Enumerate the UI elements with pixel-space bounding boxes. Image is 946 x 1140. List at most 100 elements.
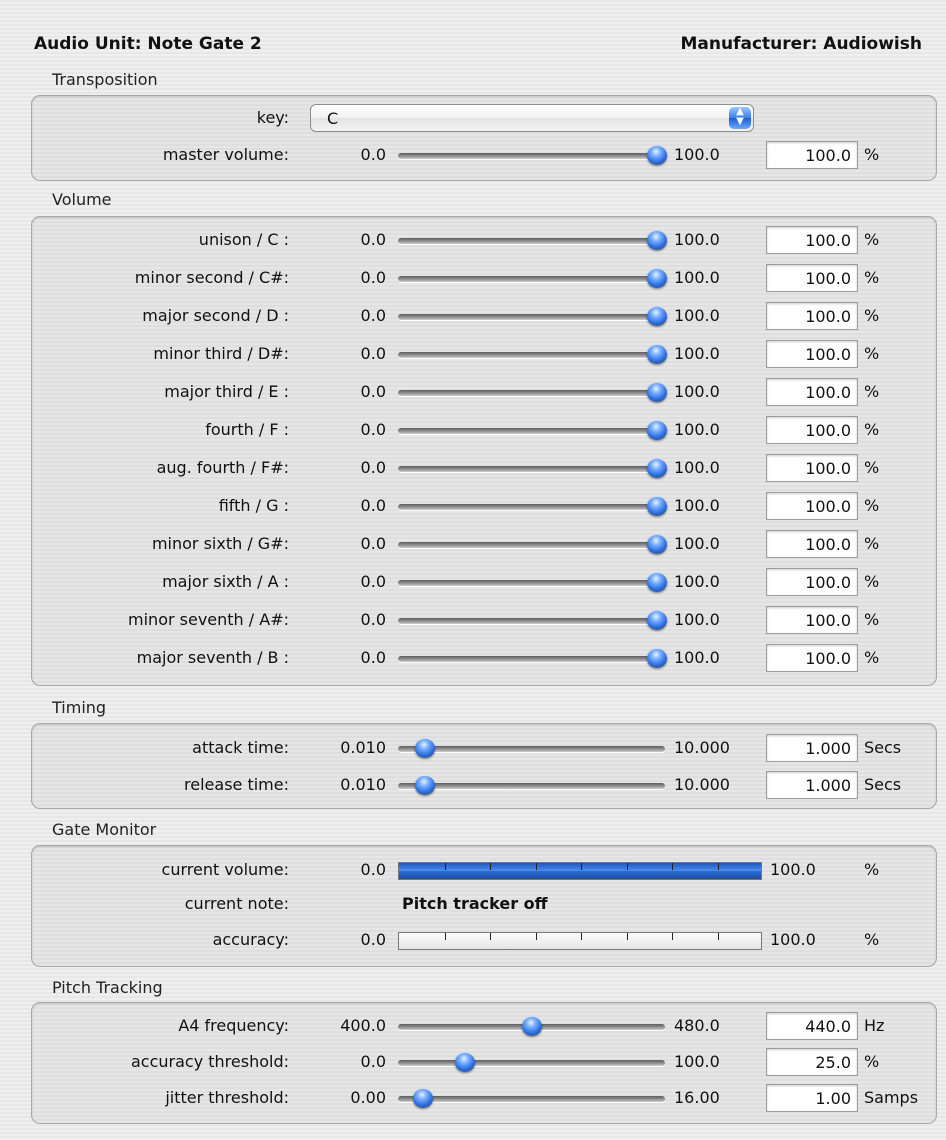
volume-5-min: 0.0 bbox=[360, 420, 386, 439]
meter-tick bbox=[581, 933, 582, 940]
accuracy-label: accuracy: bbox=[212, 930, 289, 949]
pitch-0-slider[interactable] bbox=[398, 1017, 665, 1036]
slider-knob[interactable] bbox=[414, 739, 435, 758]
key-popup[interactable]: C ▲ ▼ bbox=[310, 104, 754, 132]
volume-2-min: 0.0 bbox=[360, 306, 386, 325]
timing-1-field[interactable]: 1.000 bbox=[766, 771, 858, 799]
accuracy-max: 100.0 bbox=[770, 930, 816, 949]
volume-10-field[interactable]: 100.0 bbox=[766, 606, 858, 634]
timing-0-label: attack time: bbox=[192, 738, 289, 757]
master-volume-slider[interactable] bbox=[398, 146, 667, 165]
timing-1-max: 10.000 bbox=[674, 775, 730, 794]
volume-1-field[interactable]: 100.0 bbox=[766, 264, 858, 292]
volume-5-unit: % bbox=[864, 420, 880, 439]
volume-8-slider[interactable] bbox=[398, 535, 667, 554]
key-value: C bbox=[327, 109, 339, 128]
volume-9-field[interactable]: 100.0 bbox=[766, 568, 858, 596]
pitch-1-min: 0.0 bbox=[360, 1052, 386, 1071]
slider-knob[interactable] bbox=[647, 307, 667, 326]
volume-6-slider[interactable] bbox=[398, 459, 667, 478]
slider-knob[interactable] bbox=[521, 1017, 542, 1036]
master-volume-row: master volume: 0.0 100.0 100.0 % bbox=[0, 141, 946, 171]
volume-7-slider[interactable] bbox=[398, 497, 667, 516]
volume-9-row: major sixth / A : 0.0 100.0 100.0% bbox=[0, 568, 946, 598]
slider-knob[interactable] bbox=[647, 649, 667, 668]
pitch-2-field[interactable]: 1.00 bbox=[766, 1084, 858, 1112]
accuracy-meter bbox=[398, 932, 762, 950]
volume-6-row: aug. fourth / F#: 0.0 100.0 100.0% bbox=[0, 454, 946, 484]
pitch-1-field[interactable]: 25.0 bbox=[766, 1048, 858, 1076]
volume-9-min: 0.0 bbox=[360, 572, 386, 591]
volume-7-min: 0.0 bbox=[360, 496, 386, 515]
master-volume-unit: % bbox=[864, 145, 880, 164]
volume-4-slider[interactable] bbox=[398, 383, 667, 402]
timing-1-unit: Secs bbox=[864, 775, 902, 794]
slider-knob[interactable] bbox=[647, 231, 667, 250]
slider-knob[interactable] bbox=[454, 1053, 475, 1072]
slider-knob[interactable] bbox=[647, 146, 667, 165]
volume-6-min: 0.0 bbox=[360, 458, 386, 477]
meter-tick bbox=[672, 863, 673, 870]
volume-11-slider[interactable] bbox=[398, 649, 667, 668]
current-volume-row: current volume: 0.0 100.0 % bbox=[0, 856, 946, 886]
meter-tick bbox=[717, 863, 719, 870]
pitch-1-row: accuracy threshold: 0.0 100.0 25.0% bbox=[0, 1048, 946, 1078]
volume-2-field[interactable]: 100.0 bbox=[766, 302, 858, 330]
volume-2-slider[interactable] bbox=[398, 307, 667, 326]
volume-10-unit: % bbox=[864, 610, 880, 629]
header-manufacturer: Manufacturer: Audiowish bbox=[680, 34, 922, 54]
volume-10-slider[interactable] bbox=[398, 611, 667, 630]
volume-4-min: 0.0 bbox=[360, 382, 386, 401]
current-note-row: current note: Pitch tracker off bbox=[0, 890, 946, 920]
volume-10-label: minor seventh / A#: bbox=[128, 610, 289, 629]
slider-knob[interactable] bbox=[647, 611, 667, 630]
gate-monitor-title: Gate Monitor bbox=[52, 820, 157, 839]
volume-0-slider[interactable] bbox=[398, 231, 667, 250]
meter-tick bbox=[672, 933, 673, 940]
pitch-0-unit: Hz bbox=[864, 1016, 885, 1035]
slider-knob[interactable] bbox=[647, 345, 667, 364]
timing-0-field[interactable]: 1.000 bbox=[766, 734, 858, 762]
volume-4-field[interactable]: 100.0 bbox=[766, 378, 858, 406]
slider-knob[interactable] bbox=[414, 776, 435, 795]
meter-tick bbox=[444, 933, 446, 940]
volume-5-slider[interactable] bbox=[398, 421, 667, 440]
volume-3-max: 100.0 bbox=[674, 344, 720, 363]
volume-1-slider[interactable] bbox=[398, 269, 667, 288]
volume-4-max: 100.0 bbox=[674, 382, 720, 401]
current-volume-max: 100.0 bbox=[770, 860, 816, 879]
volume-3-field[interactable]: 100.0 bbox=[766, 340, 858, 368]
slider-knob[interactable] bbox=[412, 1089, 433, 1108]
volume-10-row: minor seventh / A#: 0.0 100.0 100.0% bbox=[0, 606, 946, 636]
volume-11-field[interactable]: 100.0 bbox=[766, 644, 858, 672]
volume-7-field[interactable]: 100.0 bbox=[766, 492, 858, 520]
slider-knob[interactable] bbox=[647, 535, 667, 554]
volume-8-min: 0.0 bbox=[360, 534, 386, 553]
timing-0-min: 0.010 bbox=[340, 738, 386, 757]
volume-3-slider[interactable] bbox=[398, 345, 667, 364]
slider-knob[interactable] bbox=[647, 573, 667, 592]
pitch-2-slider[interactable] bbox=[398, 1089, 665, 1108]
timing-0-slider[interactable] bbox=[398, 739, 665, 758]
slider-knob[interactable] bbox=[647, 421, 667, 440]
volume-5-field[interactable]: 100.0 bbox=[766, 416, 858, 444]
slider-knob[interactable] bbox=[647, 459, 667, 478]
volume-3-unit: % bbox=[864, 344, 880, 363]
volume-9-slider[interactable] bbox=[398, 573, 667, 592]
slider-knob[interactable] bbox=[647, 383, 667, 402]
pitch-1-slider[interactable] bbox=[398, 1053, 665, 1072]
volume-8-field[interactable]: 100.0 bbox=[766, 530, 858, 558]
timing-1-slider[interactable] bbox=[398, 776, 665, 795]
slider-knob[interactable] bbox=[647, 497, 667, 516]
slider-knob[interactable] bbox=[647, 269, 667, 288]
volume-6-field[interactable]: 100.0 bbox=[766, 454, 858, 482]
pitch-0-field[interactable]: 440.0 bbox=[766, 1012, 858, 1040]
meter-tick bbox=[535, 933, 537, 940]
volume-2-unit: % bbox=[864, 306, 880, 325]
meter-fill bbox=[399, 863, 761, 879]
volume-0-field[interactable]: 100.0 bbox=[766, 226, 858, 254]
accuracy-row: accuracy: 0.0 100.0 % bbox=[0, 926, 946, 956]
volume-2-max: 100.0 bbox=[674, 306, 720, 325]
master-volume-field[interactable]: 100.0 bbox=[766, 141, 858, 169]
volume-6-label: aug. fourth / F#: bbox=[156, 458, 289, 477]
